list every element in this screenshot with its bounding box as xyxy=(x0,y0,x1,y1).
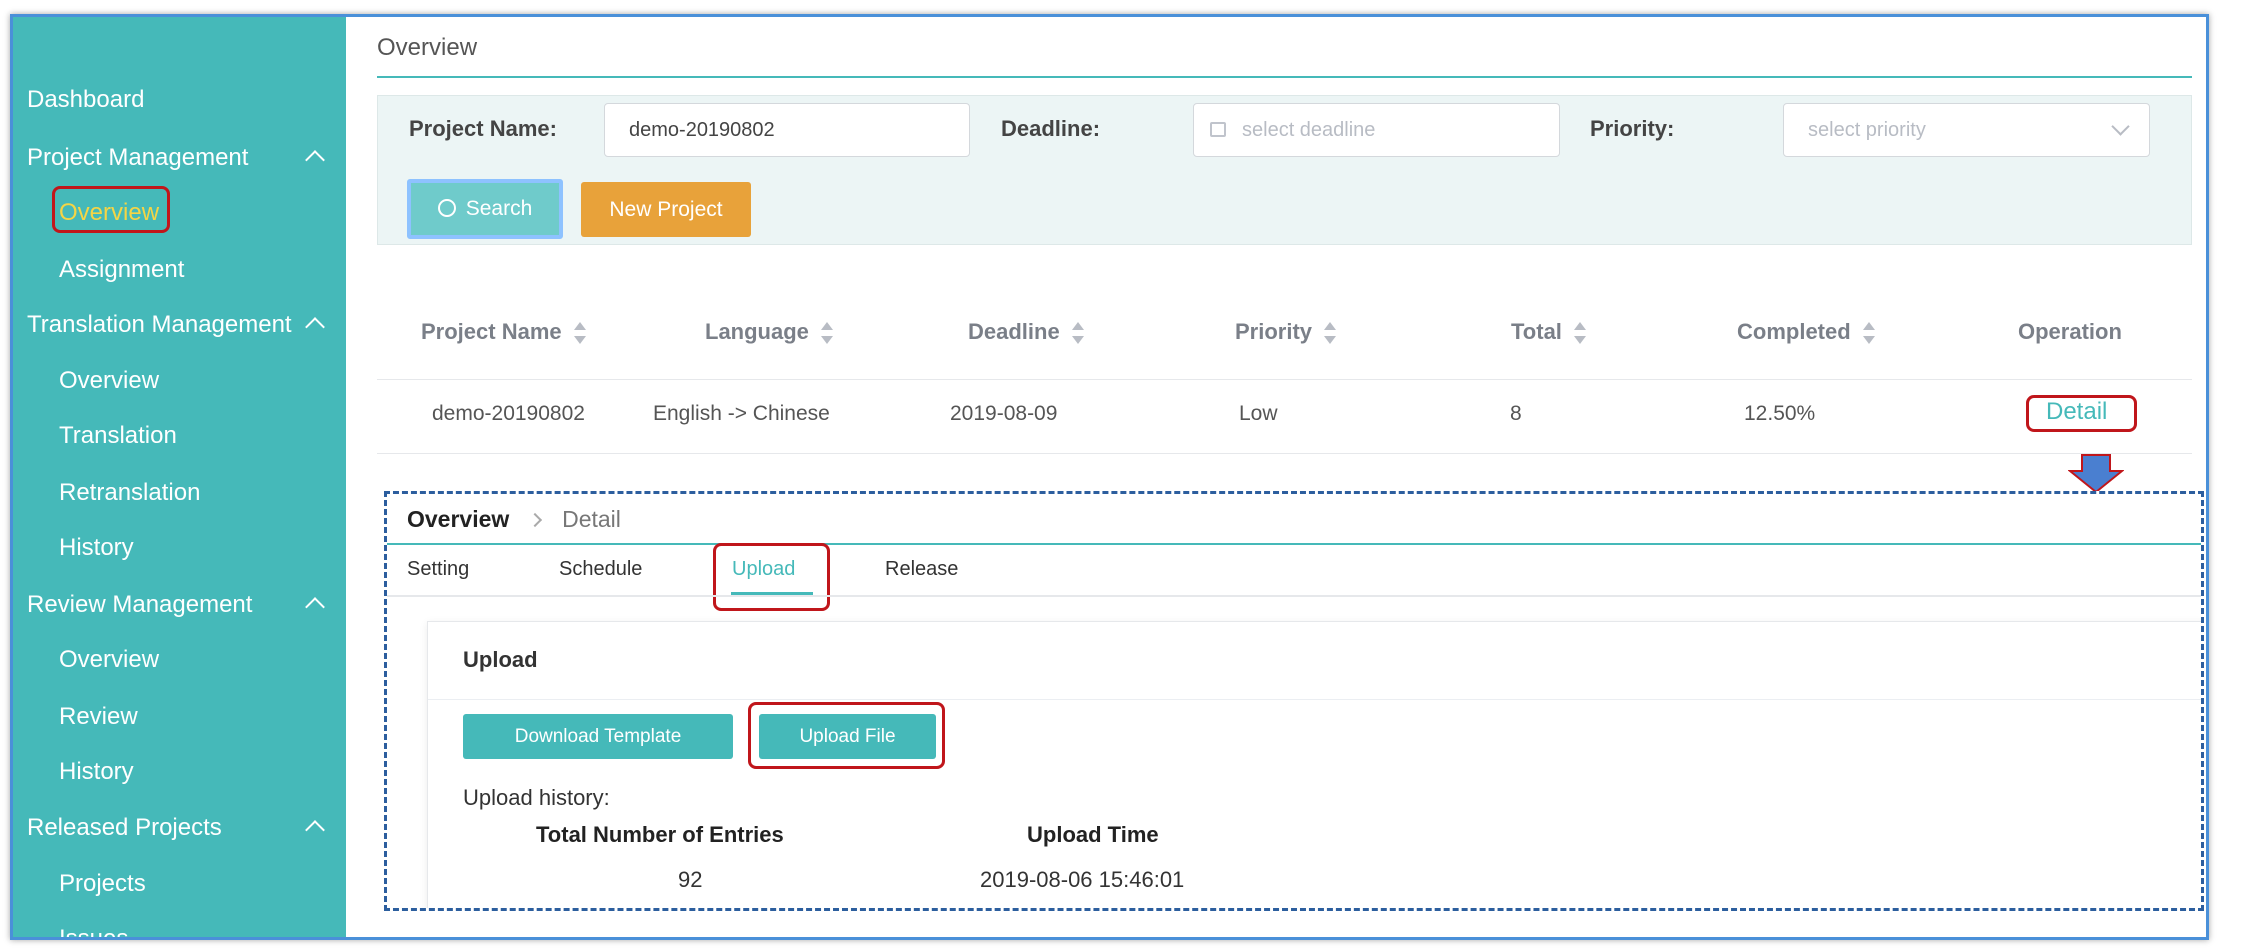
cell-project-name: demo-20190802 xyxy=(432,402,585,425)
column-header-label: Language xyxy=(705,319,809,344)
filter-panel: Project Name: demo-20190802 Deadline: se… xyxy=(377,95,2192,245)
sidebar-item-translation[interactable]: Translation xyxy=(59,422,177,450)
column-header-label: Completed xyxy=(1737,319,1851,344)
sidebar-item-assignment[interactable]: Assignment xyxy=(59,256,184,284)
column-header-label: Total xyxy=(1511,319,1562,344)
history-header-entries: Total Number of Entries xyxy=(536,822,784,847)
search-button-label: Search xyxy=(465,197,533,220)
upload-history-label: Upload history: xyxy=(463,785,610,810)
table-row-divider xyxy=(377,453,2192,454)
breadcrumb-current: Detail xyxy=(562,506,621,532)
upload-card-title: Upload xyxy=(463,647,538,672)
history-cell-time: 2019-08-06 15:46:01 xyxy=(980,867,1185,892)
column-header-label: Project Name xyxy=(421,319,562,344)
breadcrumb-root[interactable]: Overview xyxy=(407,506,509,532)
column-header-label: Deadline xyxy=(968,319,1060,344)
arrow-down-icon xyxy=(2068,454,2124,494)
upload-file-button[interactable]: Upload File xyxy=(759,714,936,759)
chevron-down-icon xyxy=(2111,117,2130,136)
cell-total: 8 xyxy=(1510,402,1522,425)
breadcrumb: Overview Detail xyxy=(407,506,621,533)
download-template-button[interactable]: Download Template xyxy=(463,714,733,759)
cell-completed: 12.50% xyxy=(1744,402,1816,425)
cell-language: English -> Chinese xyxy=(653,402,830,425)
column-header-operation: Operation xyxy=(2018,319,2122,344)
sort-icon[interactable] xyxy=(573,322,586,345)
new-project-button[interactable]: New Project xyxy=(581,182,751,237)
cell-deadline: 2019-08-09 xyxy=(950,402,1058,425)
sidebar-item-issues[interactable]: Issues xyxy=(59,925,128,937)
column-header-project-name[interactable]: Project Name xyxy=(421,319,586,345)
chevron-up-icon[interactable] xyxy=(305,597,325,617)
history-cell-entries: 92 xyxy=(678,867,703,892)
sort-icon[interactable] xyxy=(1324,322,1337,345)
project-name-label: Project Name: xyxy=(409,116,557,141)
title-divider xyxy=(377,76,2192,78)
sidebar: Dashboard Project Management Overview As… xyxy=(13,17,346,937)
chevron-up-icon[interactable] xyxy=(305,820,325,840)
sidebar-item-review-overview[interactable]: Overview xyxy=(59,646,159,674)
sidebar-group-review-management[interactable]: Review Management xyxy=(27,591,252,619)
search-button[interactable]: Search xyxy=(407,179,563,239)
sidebar-item-translation-overview[interactable]: Overview xyxy=(59,367,159,395)
sidebar-item-translation-history[interactable]: History xyxy=(59,534,134,562)
sidebar-item-dashboard[interactable]: Dashboard xyxy=(27,86,144,114)
sidebar-item-review-history[interactable]: History xyxy=(59,758,134,786)
history-header-time: Upload Time xyxy=(1027,822,1159,847)
upload-card: Upload Download Template Upload File Upl… xyxy=(427,621,2201,908)
breadcrumb-divider xyxy=(387,543,2201,545)
tabs-divider xyxy=(387,595,2201,597)
tab-release[interactable]: Release xyxy=(885,558,958,581)
detail-panel: Overview Detail Setting Schedule Upload … xyxy=(384,491,2204,911)
priority-placeholder: select priority xyxy=(1808,119,1926,141)
deadline-label: Deadline: xyxy=(1001,116,1101,141)
calendar-icon xyxy=(1210,122,1226,137)
priority-label: Priority: xyxy=(1590,116,1675,141)
sidebar-item-projects[interactable]: Projects xyxy=(59,870,146,898)
page-title: Overview xyxy=(377,34,478,61)
search-icon xyxy=(437,199,456,217)
deadline-input[interactable]: select deadline xyxy=(1193,103,1560,157)
sort-icon[interactable] xyxy=(820,322,833,345)
sidebar-item-project-overview[interactable]: Overview xyxy=(59,199,159,227)
chevron-up-icon[interactable] xyxy=(305,150,325,170)
tab-setting[interactable]: Setting xyxy=(407,558,469,581)
chevron-up-icon[interactable] xyxy=(305,317,325,337)
column-header-priority[interactable]: Priority xyxy=(1235,319,1337,345)
sort-icon[interactable] xyxy=(1071,322,1084,345)
sidebar-item-retranslation[interactable]: Retranslation xyxy=(59,479,200,507)
detail-link[interactable]: Detail xyxy=(2046,398,2107,426)
sidebar-group-project-management[interactable]: Project Management xyxy=(27,144,248,172)
app-window: Dashboard Project Management Overview As… xyxy=(10,14,2209,940)
project-name-input[interactable]: demo-20190802 xyxy=(604,103,970,157)
table-header-divider xyxy=(377,379,2192,380)
column-header-language[interactable]: Language xyxy=(705,319,833,345)
sidebar-group-translation-management[interactable]: Translation Management xyxy=(27,311,292,339)
column-header-completed[interactable]: Completed xyxy=(1737,319,1875,345)
card-divider xyxy=(428,699,2201,700)
sidebar-item-review[interactable]: Review xyxy=(59,703,138,731)
sort-icon[interactable] xyxy=(1862,322,1875,345)
priority-select[interactable]: select priority xyxy=(1783,103,2150,157)
column-header-deadline[interactable]: Deadline xyxy=(968,319,1084,345)
sort-icon[interactable] xyxy=(1573,322,1586,345)
column-header-total[interactable]: Total xyxy=(1511,319,1586,345)
breadcrumb-separator-icon xyxy=(527,512,542,528)
column-header-label: Priority xyxy=(1235,319,1313,344)
tab-schedule[interactable]: Schedule xyxy=(559,558,642,581)
cell-priority: Low xyxy=(1239,402,1278,425)
deadline-placeholder: select deadline xyxy=(1242,119,1376,141)
sidebar-group-released-projects[interactable]: Released Projects xyxy=(27,814,222,842)
tab-upload[interactable]: Upload xyxy=(732,558,795,581)
